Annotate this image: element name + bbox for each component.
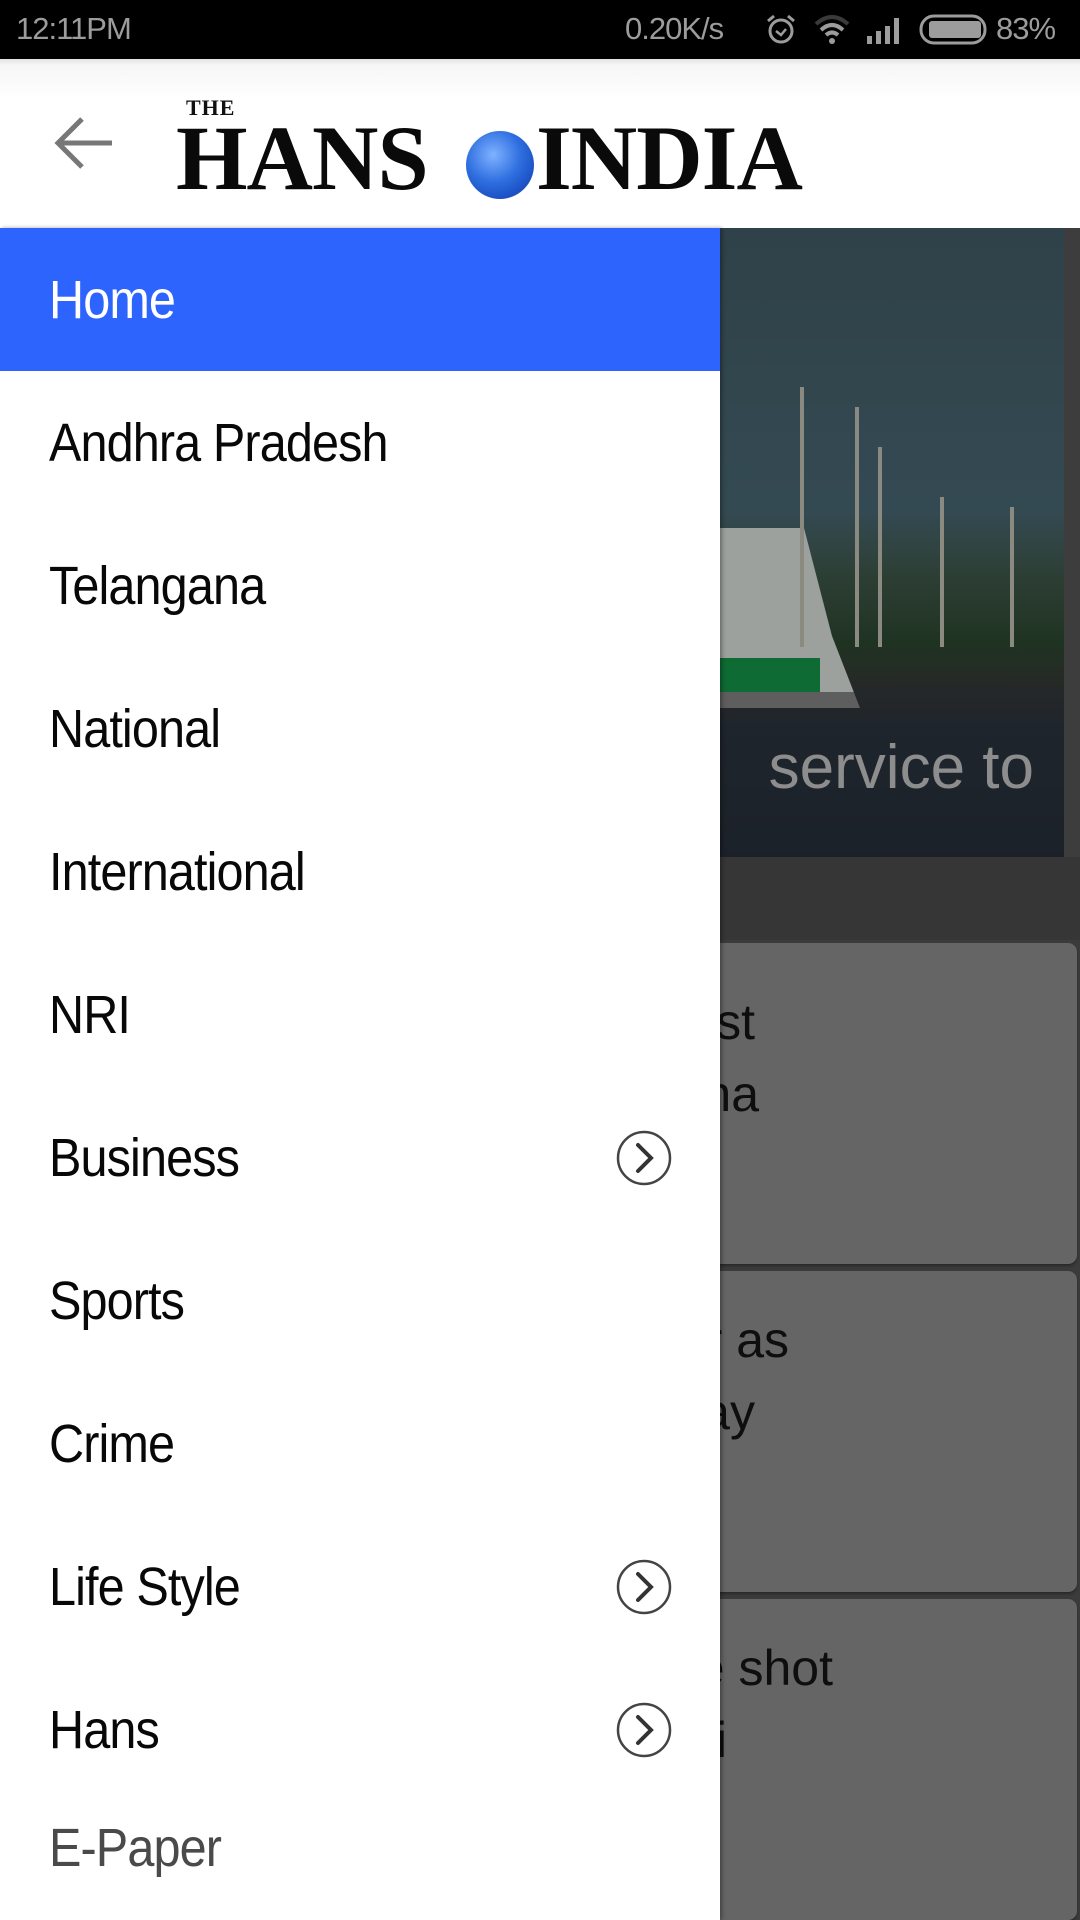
hero-mast: [940, 497, 944, 647]
drawer-item-label: Crime: [49, 1413, 175, 1474]
chevron-right-circle-icon: [616, 1130, 672, 1185]
drawer-item-national[interactable]: National: [0, 657, 720, 800]
logo-word-india: INDIA: [536, 107, 803, 209]
hans-india-logo: THE HANS INDIA: [176, 89, 836, 209]
drawer-item-life-style[interactable]: Life Style: [0, 1515, 720, 1658]
drawer-item-home[interactable]: Home: [0, 228, 720, 371]
app-header: THE HANS INDIA: [0, 59, 1080, 228]
drawer-item-label: Telangana: [49, 555, 266, 616]
status-bar: 12:11PM 0.20K/s 83%: [0, 0, 1080, 59]
drawer-item-label: International: [49, 841, 306, 902]
drawer-item-business[interactable]: Business: [0, 1086, 720, 1229]
alarm-icon: [764, 12, 798, 54]
drawer-item-andhra-pradesh[interactable]: Andhra Pradesh: [0, 371, 720, 514]
expand-submenu-button[interactable]: [616, 1559, 672, 1615]
drawer-item-label: Andhra Pradesh: [49, 412, 389, 473]
drawer-item-label: National: [49, 698, 221, 759]
drawer-item-international[interactable]: International: [0, 800, 720, 943]
expand-submenu-button[interactable]: [616, 1130, 672, 1186]
drawer-item-crime[interactable]: Crime: [0, 1372, 720, 1515]
chevron-right-circle-icon: [616, 1559, 672, 1614]
hero-mast: [855, 407, 859, 647]
navigation-drawer: Home Andhra Pradesh Telangana National I…: [0, 228, 720, 1920]
drawer-item-label: Sports: [49, 1270, 185, 1331]
expand-submenu-button[interactable]: [616, 1702, 672, 1758]
signal-icon: [866, 12, 906, 54]
drawer-item-label: NRI: [49, 984, 131, 1045]
hero-edge: [1064, 228, 1080, 857]
chevron-right-circle-icon: [616, 1702, 672, 1757]
status-time: 12:11PM: [16, 11, 132, 46]
wifi-icon: [814, 12, 850, 54]
logo-word-hans: HANS: [176, 107, 429, 209]
drawer-item-e-paper[interactable]: E-Paper: [0, 1776, 720, 1919]
arrow-left-icon: [54, 117, 112, 169]
hero-mast: [878, 447, 882, 647]
hero-mast: [1010, 507, 1014, 647]
battery-percent: 83%: [996, 11, 1056, 46]
hero-caption: service to: [768, 733, 1034, 802]
drawer-item-label: Life Style: [49, 1556, 241, 1617]
drawer-item-telangana[interactable]: Telangana: [0, 514, 720, 657]
back-button[interactable]: [52, 111, 116, 175]
hero-mast: [800, 387, 804, 647]
globe-icon: [466, 131, 534, 199]
battery-icon: [919, 14, 989, 54]
drawer-item-label: Hans: [49, 1699, 160, 1760]
drawer-item-sports[interactable]: Sports: [0, 1229, 720, 1372]
network-speed: 0.20K/s: [625, 11, 724, 46]
drawer-item-nri[interactable]: NRI: [0, 943, 720, 1086]
drawer-item-label: Business: [49, 1127, 240, 1188]
hero-boat-stripe: [720, 658, 820, 692]
drawer-item-label: E-Paper: [49, 1817, 222, 1878]
drawer-item-label: Home: [49, 269, 176, 330]
